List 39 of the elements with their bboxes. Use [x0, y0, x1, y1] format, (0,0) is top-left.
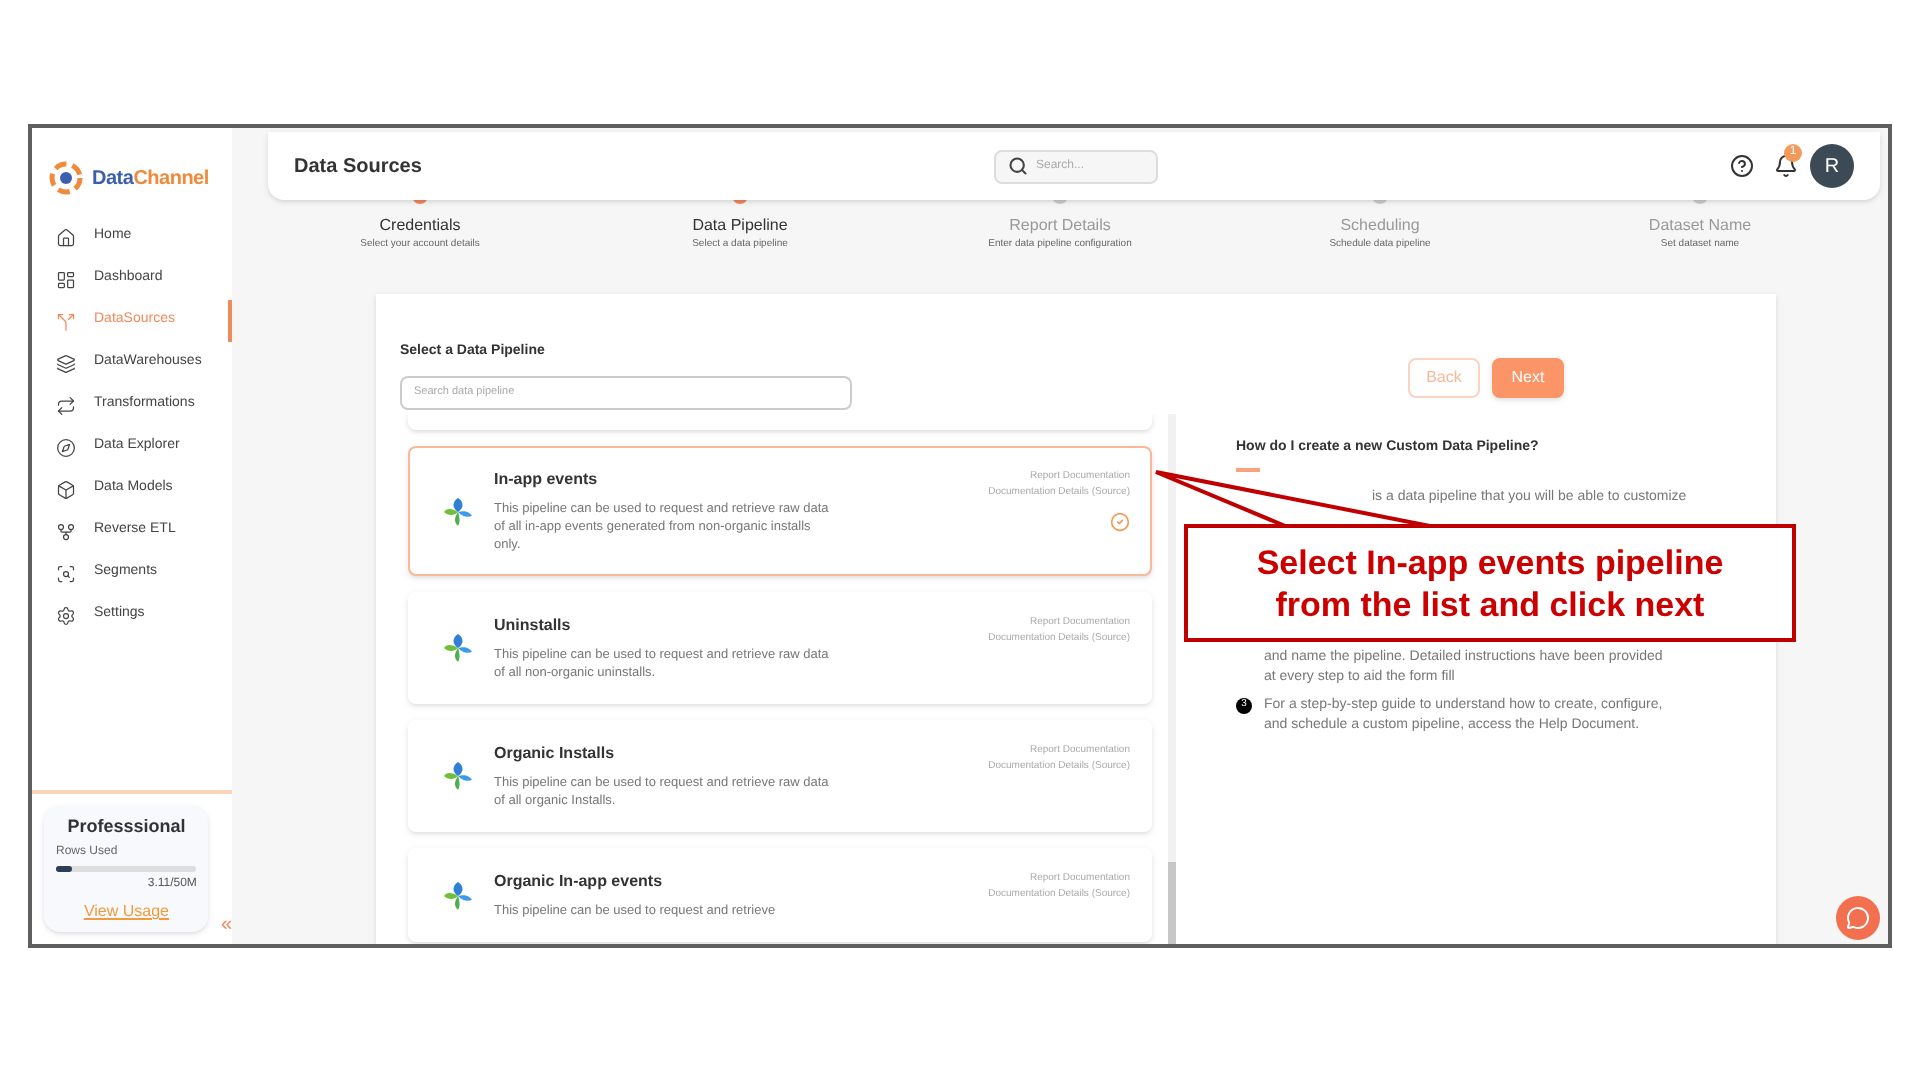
- check-icon: [1110, 512, 1130, 532]
- step-label: Scheduling: [1340, 214, 1420, 238]
- step-label: Dataset Name: [1648, 214, 1752, 238]
- repeat-icon: [56, 395, 76, 415]
- chat-icon: [1846, 906, 1870, 930]
- leaf-logo-icon: [442, 879, 474, 911]
- step-label: Report Details: [1009, 214, 1111, 238]
- leaf-logo-icon: [442, 760, 474, 792]
- logo-text: DataChannel: [92, 165, 209, 193]
- pipeline-name: Uninstalls: [494, 614, 573, 638]
- layers-icon: [56, 353, 76, 373]
- leaf-logo-icon: [442, 495, 474, 527]
- split-icon: [56, 311, 76, 331]
- page-title: Data Sources: [294, 153, 424, 181]
- pipeline-name: Organic In-app events: [494, 870, 665, 894]
- pipeline-name: Organic Installs: [494, 742, 617, 766]
- view-usage-link[interactable]: View Usage: [83, 900, 169, 924]
- chat-button[interactable]: [1836, 896, 1880, 940]
- search-icon: [1008, 156, 1028, 176]
- logo-icon: [48, 160, 84, 196]
- next-button[interactable]: Next: [1492, 357, 1564, 397]
- compass-icon: [56, 437, 76, 457]
- box-icon: [56, 479, 76, 499]
- callout-text: Select In-app events pipeline from the list and click next: [1254, 541, 1726, 625]
- dashboard-icon: [56, 269, 76, 289]
- scan-search-icon: [56, 563, 76, 583]
- user-avatar[interactable]: R: [1810, 144, 1854, 188]
- settings-icon: [56, 605, 76, 625]
- pipeline-name: In-app events: [494, 468, 600, 492]
- back-button[interactable]: Back: [1408, 357, 1480, 397]
- leaf-logo-icon: [442, 632, 474, 664]
- help-icon[interactable]: [1730, 154, 1754, 178]
- home-icon: [56, 227, 76, 247]
- step-label: Credentials: [379, 214, 461, 238]
- step-label: Data Pipeline: [692, 214, 788, 238]
- bell-icon[interactable]: [1774, 154, 1798, 178]
- collapse-button[interactable]: «: [220, 910, 232, 940]
- fork-icon: [56, 521, 76, 541]
- plan-title: Professsional: [65, 813, 188, 839]
